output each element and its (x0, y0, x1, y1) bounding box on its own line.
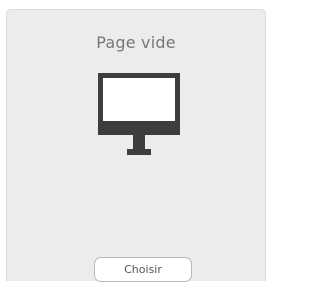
blank-page-template-card[interactable]: Page vide Choisir (6, 9, 266, 282)
monitor-icon (98, 73, 180, 167)
choose-button[interactable]: Choisir (94, 257, 192, 282)
template-title: Page vide (96, 33, 176, 52)
